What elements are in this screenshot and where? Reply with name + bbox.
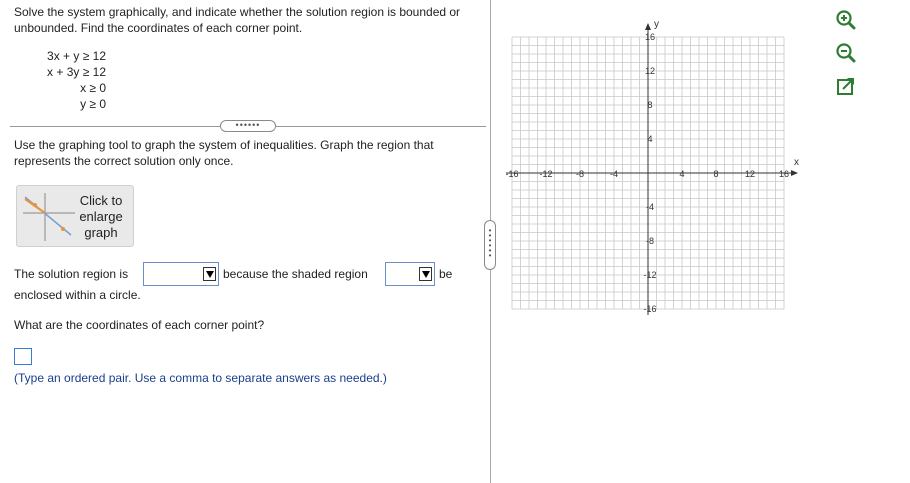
inequality-3: x ≥ 0: [80, 81, 106, 95]
x-tick-label: -8: [576, 169, 584, 179]
enlarge-graph-button[interactable]: Click to enlarge graph: [16, 185, 134, 247]
dropdown-arrow-icon: [419, 267, 432, 281]
zoom-in-icon: [836, 10, 856, 30]
region-bounded-dropdown[interactable]: [143, 262, 219, 286]
sentence-part-1: The solution region is: [14, 267, 129, 281]
inequality-1: 3x + y ≥ 12: [47, 49, 106, 63]
x-tick-label: 8: [713, 169, 718, 179]
x-tick-label: 4: [679, 169, 684, 179]
inequality-4: y ≥ 0: [80, 97, 106, 111]
sentence-part-4: enclosed within a circle.: [14, 288, 141, 302]
inequality-2: x + 3y ≥ 12: [47, 65, 106, 79]
zoom-in-button[interactable]: [835, 9, 857, 31]
x-tick-label: -12: [539, 169, 552, 179]
x-tick-label: -4: [610, 169, 618, 179]
y-tick-label: 16: [645, 32, 655, 42]
x-tick-label: 12: [745, 169, 755, 179]
question-panel: Solve the system graphically, and indica…: [0, 0, 490, 483]
corner-points-answer-input[interactable]: [14, 348, 32, 365]
sentence-part-3: be: [439, 267, 453, 281]
corner-point-question: What are the coordinates of each corner …: [14, 318, 265, 332]
zoom-out-icon: [836, 43, 856, 63]
x-axis-label: x: [794, 157, 799, 168]
y-tick-label: -8: [646, 236, 654, 246]
y-tick-label: 4: [647, 134, 652, 144]
graph-instruction: Use the graphing tool to graph the syste…: [14, 138, 434, 168]
y-tick-label: -16: [643, 304, 656, 314]
expand-toggle-button[interactable]: ••••••: [220, 120, 276, 132]
zoom-out-button[interactable]: [835, 42, 857, 64]
question-prompt: Solve the system graphically, and indica…: [14, 5, 461, 35]
shaded-region-dropdown[interactable]: [385, 262, 435, 286]
graph-thumbnail-icon: [23, 193, 75, 241]
panel-resize-handle[interactable]: • • • • • •: [484, 220, 496, 270]
answer-hint: (Type an ordered pair. Use a comma to se…: [14, 371, 387, 385]
x-axis-arrow-icon: [791, 170, 798, 176]
sentence-part-2: because the shaded region: [223, 267, 368, 281]
y-axis-label: y: [654, 19, 659, 30]
popout-button[interactable]: [835, 76, 857, 98]
y-axis-arrow-icon: [645, 23, 651, 30]
popout-icon: [837, 78, 854, 95]
x-tick-label: 16: [779, 169, 789, 179]
y-tick-label: -4: [646, 202, 654, 212]
x-tick-label: -16: [505, 169, 518, 179]
y-tick-label: -12: [643, 270, 656, 280]
y-tick-label: 8: [647, 100, 652, 110]
dropdown-arrow-icon: [203, 267, 216, 281]
enlarge-graph-label: Click to enlarge graph: [79, 193, 123, 240]
coordinate-graph[interactable]: -16 -12 -8 -4 4 8 12 16 16 12 8 4 -4 -8 -12 -16 x y: [500, 0, 840, 330]
y-tick-label: 12: [645, 66, 655, 76]
